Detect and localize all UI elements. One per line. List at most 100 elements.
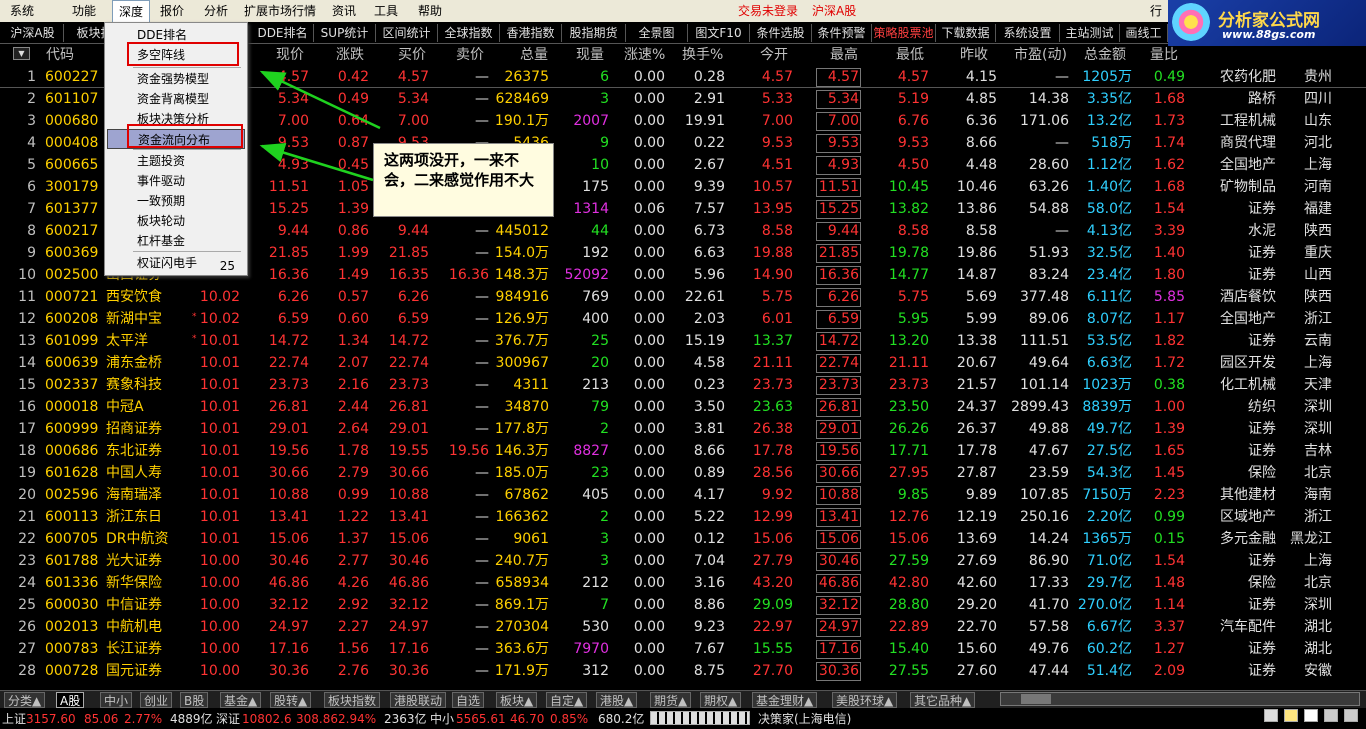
- table-row[interactable]: 15 002337 赛象科技 10.01 23.73 2.16 23.73 — 4311 213 0…: [0, 374, 1366, 396]
- tab-14[interactable]: 期权▲: [700, 692, 742, 708]
- toolbar-btn-16[interactable]: 系统设置: [996, 24, 1060, 42]
- cell-col-11: 15.19: [684, 333, 725, 349]
- tab-3[interactable]: 创业: [140, 692, 173, 708]
- broker-server[interactable]: 决策家(上海电信): [758, 709, 851, 729]
- toolbar-btn-13[interactable]: 条件预警: [812, 24, 872, 42]
- toolbar-btn-17[interactable]: 主站测试: [1060, 24, 1120, 42]
- cell-col-14: 8.58: [897, 223, 929, 239]
- tab-0[interactable]: 分类▲: [4, 692, 46, 708]
- col-header-10[interactable]: 换手%: [682, 46, 723, 64]
- cell-col-5: 2.16: [337, 377, 369, 393]
- cell-col-0: 25: [18, 597, 36, 613]
- table-row[interactable]: 21 600113 浙江东日 10.01 13.41 1.22 13.41 — 166362 2 0…: [0, 506, 1366, 528]
- tab-17[interactable]: 其它品种▲: [910, 692, 976, 708]
- tab-8[interactable]: 港股联动: [390, 692, 447, 708]
- cell-col-7: —: [475, 619, 489, 635]
- horizontal-scrollbar[interactable]: [1000, 692, 1360, 706]
- cell-col-6: 29.01: [388, 421, 429, 437]
- toolbar-btn-15[interactable]: 下载数据: [936, 24, 996, 42]
- settings-icon[interactable]: [1344, 709, 1358, 722]
- market-label[interactable]: 沪深A股: [812, 0, 856, 22]
- cell-col-8: 171.9万: [494, 663, 549, 679]
- cell-col-18: 0.38: [1153, 377, 1185, 393]
- cell-col-15: 21.57: [956, 377, 997, 393]
- toolbar-btn-11[interactable]: 图文F10: [688, 24, 750, 42]
- cell-col-19: 水泥: [1248, 223, 1276, 239]
- toolbar-btn-14[interactable]: 策略股票池: [872, 24, 936, 42]
- menubar-right[interactable]: 行: [1150, 0, 1162, 22]
- tab-11[interactable]: 自定▲: [546, 692, 588, 708]
- table-row[interactable]: 28 000728 国元证券 10.00 30.36 2.76 30.36 — 171.9万 31…: [0, 660, 1366, 682]
- table-row[interactable]: 14 600639 浦东金桥 10.01 22.74 2.07 22.74 — 300967 20…: [0, 352, 1366, 374]
- col-header-17[interactable]: 量比: [1150, 46, 1178, 64]
- cell-col-0: 12: [18, 311, 36, 327]
- table-row[interactable]: 13 601099 太平洋 10.01 14.72 1.34 14.72 — 376.7万 25 0…: [0, 330, 1366, 352]
- table-row[interactable]: 18 000686 东北证券 10.01 19.56 1.78 19.55 19.56 146.…: [0, 440, 1366, 462]
- tab-1[interactable]: A股: [56, 692, 85, 708]
- table-row[interactable]: 26 002013 中航机电 10.00 24.97 2.27 24.97 — 270304 53…: [0, 616, 1366, 638]
- col-header-9[interactable]: 涨速%: [624, 46, 665, 64]
- cell-col-9: 2: [600, 509, 609, 525]
- col-header-15[interactable]: 市盈(动): [1014, 46, 1067, 64]
- cell-col-11: 6.63: [693, 245, 725, 261]
- cell-col-16: 101.14: [1020, 377, 1069, 393]
- cell-col-11: 0.12: [693, 531, 725, 547]
- cell-col-19: 纺织: [1248, 399, 1276, 415]
- table-row[interactable]: 19 601628 中国人寿 10.01 30.66 2.79 30.66 — 185.0万 23…: [0, 462, 1366, 484]
- tab-7[interactable]: 板块指数: [324, 692, 381, 708]
- col-header-12[interactable]: 最高: [830, 46, 858, 64]
- col-header-14[interactable]: 昨收: [960, 46, 988, 64]
- col-header-11[interactable]: 今开: [760, 46, 788, 64]
- cell-col-1: 000728: [45, 663, 99, 679]
- cell-col-12: 43.20: [752, 575, 793, 591]
- tab-13[interactable]: 期货▲: [650, 692, 692, 708]
- cell-col-9: 213: [582, 377, 609, 393]
- tab-10[interactable]: 板块▲: [496, 692, 538, 708]
- tab-4[interactable]: B股: [180, 692, 209, 708]
- cell-col-18: 5.85: [1153, 289, 1185, 305]
- table-row[interactable]: 12 600208 新湖中宝 10.02 6.59 0.60 6.59 — 126.9万 400 0…: [0, 308, 1366, 330]
- tab-2[interactable]: 中小: [100, 692, 133, 708]
- tab-9[interactable]: 自选: [452, 692, 485, 708]
- tab-15[interactable]: 基金理财▲: [752, 692, 818, 708]
- tab-12[interactable]: 港股▲: [596, 692, 638, 708]
- cell-col-3: 10.00: [199, 641, 240, 657]
- toolbar-btn-10[interactable]: 全景图: [626, 24, 688, 42]
- table-row[interactable]: 16 000018 中冠A 10.01 26.81 2.44 26.81 — 34870 79 0.…: [0, 396, 1366, 418]
- table-row[interactable]: 27 000783 长江证券 10.00 17.16 1.56 17.16 — 363.6万 79…: [0, 638, 1366, 660]
- tools-icon[interactable]: [1324, 709, 1338, 722]
- cell-col-11: 8.75: [693, 663, 725, 679]
- table-row[interactable]: 25 600030 中信证券 10.00 32.12 2.92 32.12 — 869.1万 7 0…: [0, 594, 1366, 616]
- high-price-box: [816, 200, 861, 219]
- table-row[interactable]: 11 000721 西安饮食 10.02 6.26 0.57 6.26 — 984916 769 0…: [0, 286, 1366, 308]
- cell-col-7: 16.36: [448, 267, 489, 283]
- table-row[interactable]: 23 601788 光大证券 10.00 30.46 2.77 30.46 — 240.7万 3 0…: [0, 550, 1366, 572]
- table-row[interactable]: 24 601336 新华保险 10.00 46.86 4.26 46.86 — 658934 21…: [0, 572, 1366, 594]
- page-icon[interactable]: [1304, 709, 1318, 722]
- note-icon[interactable]: [1284, 709, 1298, 722]
- cell-col-19: 酒店餐饮: [1220, 289, 1276, 305]
- table-row[interactable]: 22 600705 DR中航资 10.01 15.06 1.37 15.06 — 9061 3 0.…: [0, 528, 1366, 550]
- tab-16[interactable]: 美股环球▲: [832, 692, 898, 708]
- scroll-thumb[interactable]: [1021, 694, 1051, 704]
- cell-col-19: 证券: [1248, 421, 1276, 437]
- cell-col-3: 10.00: [199, 619, 240, 635]
- toolbar-btn-18[interactable]: 画线工: [1120, 24, 1168, 42]
- toolbar-btn-12[interactable]: 条件选股: [750, 24, 812, 42]
- col-header-16[interactable]: 总金额: [1084, 46, 1126, 64]
- cell-col-12: 8.58: [761, 223, 793, 239]
- cell-col-14: 13.20: [888, 333, 929, 349]
- cell-col-3: 10.02: [199, 311, 240, 327]
- tab-6[interactable]: 股转▲: [270, 692, 312, 708]
- cell-col-19: 商贸代理: [1220, 135, 1276, 151]
- col-header-13[interactable]: 最低: [896, 46, 924, 64]
- cell-col-12: 19.88: [752, 245, 793, 261]
- table-row[interactable]: 20 002596 海南瑞泽 10.01 10.88 0.99 10.88 — 67862 405…: [0, 484, 1366, 506]
- cell-col-2: 浙江东日: [106, 509, 162, 525]
- monitor-icon[interactable]: [1264, 709, 1278, 722]
- cell-col-8: 270304: [495, 619, 549, 635]
- cell-col-20: 陕西: [1304, 289, 1332, 305]
- table-row[interactable]: 17 600999 招商证券 10.01 29.01 2.64 29.01 — 177.8万 2 0…: [0, 418, 1366, 440]
- trade-login-status[interactable]: 交易未登录: [738, 0, 798, 22]
- tab-5[interactable]: 基金▲: [220, 692, 262, 708]
